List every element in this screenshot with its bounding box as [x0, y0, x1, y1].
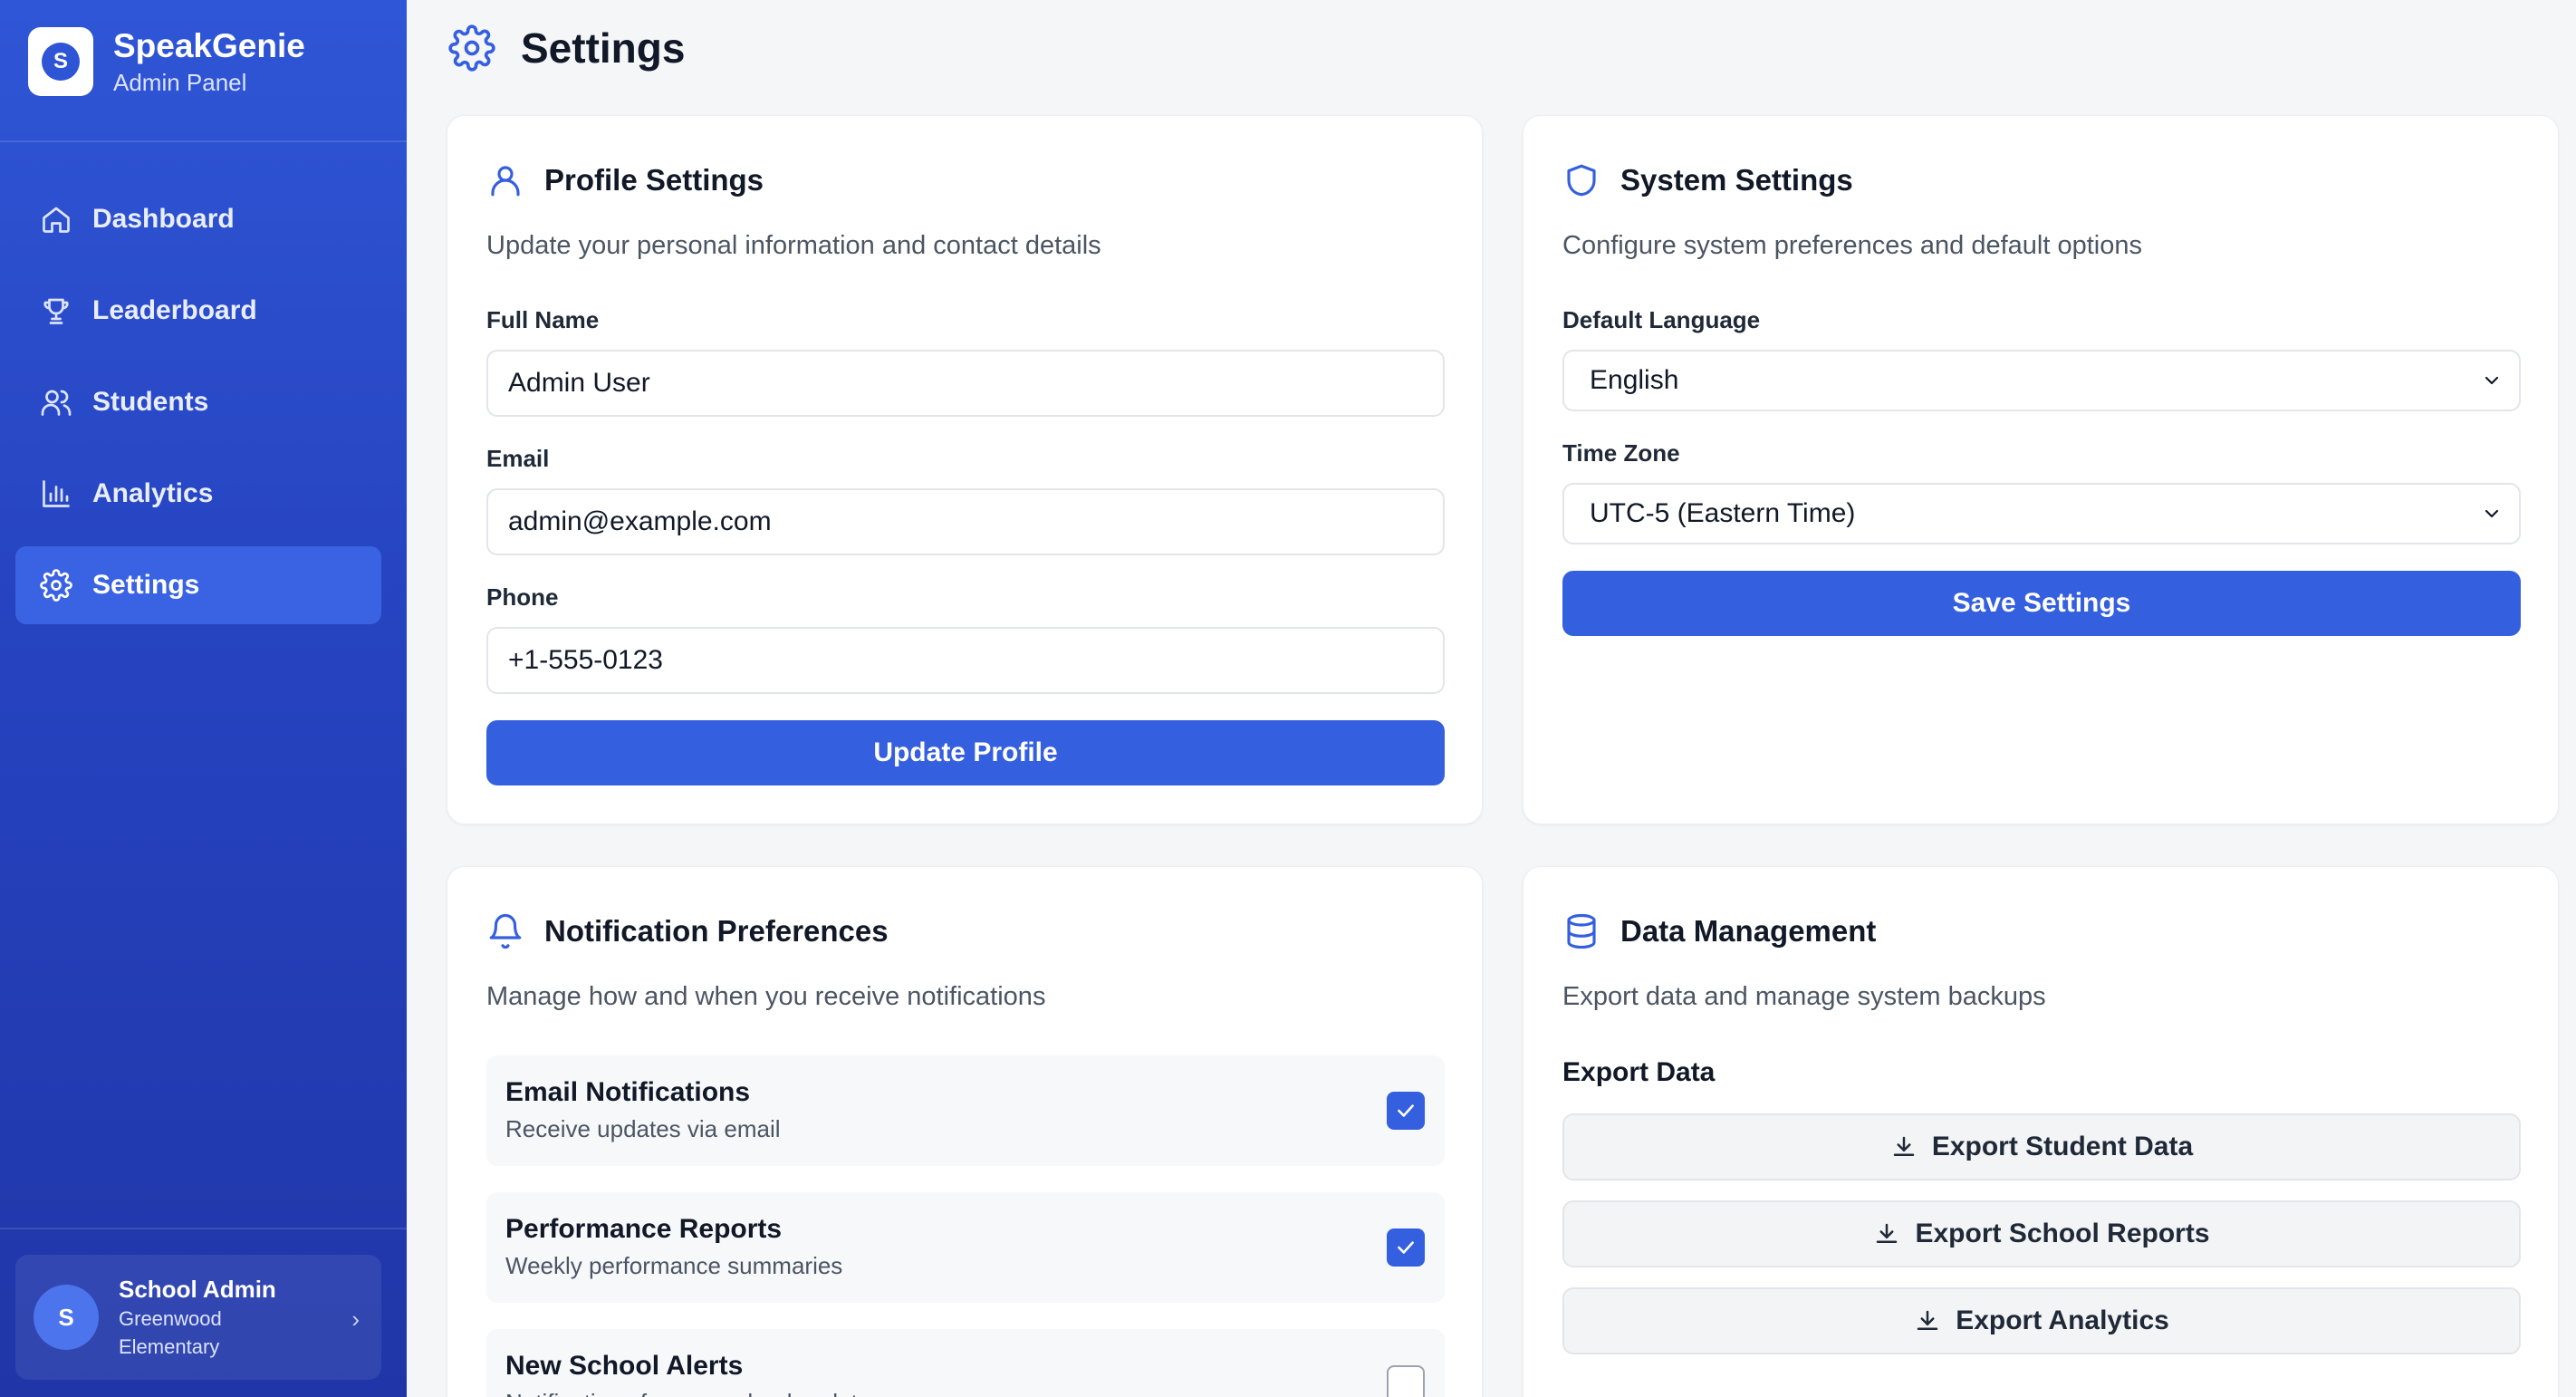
- email-notifications-checkbox[interactable]: [1387, 1092, 1425, 1130]
- sidebar-item-label: Leaderboard: [92, 295, 257, 325]
- sidebar-divider: [0, 140, 407, 142]
- user-icon: [491, 166, 520, 197]
- avatar: S: [34, 1285, 99, 1350]
- chevron-down-icon: [2485, 376, 2499, 385]
- time-zone-select[interactable]: UTC-5 (Eastern Time): [1562, 483, 2521, 544]
- full-name-label: Full Name: [486, 306, 600, 333]
- email-field[interactable]: admin@example.com: [486, 488, 1445, 555]
- new-school-alerts-checkbox[interactable]: [1387, 1365, 1425, 1397]
- export-data-heading: Export Data: [1562, 1057, 1716, 1087]
- card-title: Data Management: [1620, 914, 1877, 948]
- gear-icon: [448, 24, 495, 72]
- chevron-down-icon: [2485, 509, 2499, 518]
- card-title: Notification Preferences: [544, 914, 889, 948]
- database-icon: [1567, 913, 1596, 949]
- save-settings-button[interactable]: Save Settings: [1562, 571, 2521, 636]
- notification-preferences-card: Notification Preferences Manage how and …: [447, 866, 1483, 1397]
- sidebar-item-analytics[interactable]: Analytics: [15, 455, 381, 533]
- update-profile-button[interactable]: Update Profile: [486, 720, 1445, 785]
- brand-subtitle: Admin Panel: [113, 69, 247, 96]
- sidebar-nav: Dashboard Leaderboard Students Analytics…: [15, 180, 381, 638]
- card-title: System Settings: [1620, 163, 1853, 197]
- page-header: Settings: [448, 24, 685, 72]
- option-title: New School Alerts: [505, 1351, 744, 1381]
- button-label: Export Analytics: [1956, 1305, 2169, 1335]
- time-zone-label: Time Zone: [1562, 439, 1680, 467]
- brand-logo-letter: S: [42, 43, 80, 81]
- export-school-reports-button[interactable]: Export School Reports: [1562, 1200, 2521, 1267]
- sidebar-item-dashboard[interactable]: Dashboard: [15, 180, 381, 258]
- export-student-data-button[interactable]: Export Student Data: [1562, 1113, 2521, 1180]
- notification-option[interactable]: New School Alerts Notifications for new …: [486, 1329, 1445, 1397]
- card-description: Update your personal information and con…: [486, 231, 1101, 260]
- download-icon: [1877, 1223, 1898, 1243]
- sidebar-item-settings[interactable]: Settings: [15, 546, 381, 624]
- sidebar: S SpeakGenie Admin Panel Dashboard Leade…: [0, 0, 407, 1397]
- check-icon: [1398, 1104, 1414, 1117]
- default-language-value: English: [1590, 365, 1679, 395]
- card-description: Export data and manage system backups: [1562, 982, 2046, 1011]
- sidebar-item-label: Analytics: [92, 478, 214, 508]
- sidebar-item-label: Settings: [92, 570, 200, 600]
- button-label: Export School Reports: [1915, 1219, 2210, 1248]
- sidebar-footer-divider: [0, 1228, 407, 1229]
- sidebar-item-label: Students: [92, 387, 209, 417]
- card-title: Profile Settings: [544, 163, 764, 197]
- home-icon: [43, 207, 70, 233]
- download-icon: [1917, 1310, 1938, 1330]
- export-analytics-button[interactable]: Export Analytics: [1562, 1287, 2521, 1354]
- option-subtitle: Receive updates via email: [505, 1115, 781, 1142]
- option-subtitle: Weekly performance summaries: [505, 1252, 843, 1279]
- user-school-line2: Elementary: [119, 1335, 220, 1358]
- card-description: Manage how and when you receive notifica…: [486, 982, 1046, 1011]
- full-name-field[interactable]: Admin User: [486, 350, 1445, 417]
- user-name: School Admin: [119, 1276, 276, 1303]
- brand-name: SpeakGenie: [113, 27, 305, 64]
- sidebar-item-leaderboard[interactable]: Leaderboard: [15, 272, 381, 350]
- sidebar-item-students[interactable]: Students: [15, 363, 381, 441]
- notification-option[interactable]: Email Notifications Receive updates via …: [486, 1055, 1445, 1166]
- user-card[interactable]: S School Admin Greenwood Elementary ›: [15, 1255, 381, 1380]
- phone-label: Phone: [486, 583, 559, 611]
- chevron-right-icon: ›: [351, 1305, 360, 1333]
- download-icon: [1893, 1136, 1915, 1156]
- profile-settings-card: Profile Settings Update your personal in…: [447, 115, 1483, 824]
- brand[interactable]: S SpeakGenie Admin Panel: [28, 26, 305, 97]
- user-school-line1: Greenwood: [119, 1307, 222, 1330]
- system-settings-card: System Settings Configure system prefere…: [1523, 115, 2559, 824]
- check-icon: [1398, 1241, 1414, 1254]
- performance-reports-checkbox[interactable]: [1387, 1228, 1425, 1267]
- users-icon: [41, 390, 72, 416]
- time-zone-value: UTC-5 (Eastern Time): [1590, 498, 1856, 528]
- bell-icon: [489, 914, 522, 949]
- button-label: Export Student Data: [1931, 1132, 2194, 1161]
- default-language-select[interactable]: English: [1562, 350, 2521, 411]
- brand-logo: S: [28, 27, 93, 96]
- default-language-label: Default Language: [1562, 306, 1761, 333]
- sidebar-item-label: Dashboard: [92, 204, 235, 234]
- data-management-card: Data Management Export data and manage s…: [1523, 866, 2559, 1397]
- notification-option[interactable]: Performance Reports Weekly performance s…: [486, 1192, 1445, 1303]
- phone-field[interactable]: +1-555-0123: [486, 627, 1445, 694]
- card-description: Configure system preferences and default…: [1562, 231, 2142, 260]
- option-subtitle: Notifications for new school updates: [505, 1389, 882, 1397]
- option-title: Performance Reports: [505, 1214, 783, 1244]
- bar-chart-icon: [43, 480, 70, 507]
- shield-icon: [1567, 164, 1596, 197]
- page-title: Settings: [521, 24, 686, 72]
- gear-icon: [40, 569, 72, 602]
- trophy-icon: [43, 298, 69, 324]
- email-label: Email: [486, 445, 550, 472]
- option-title: Email Notifications: [505, 1077, 751, 1107]
